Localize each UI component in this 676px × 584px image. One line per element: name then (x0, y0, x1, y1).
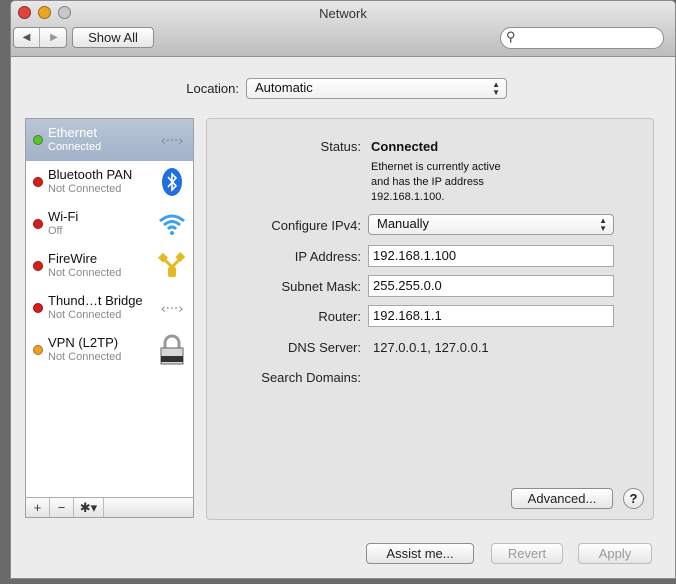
service-name: Bluetooth PAN (48, 167, 133, 182)
detail-panel: Status: Connected Ethernet is currently … (206, 118, 654, 520)
dns-server-value: 127.0.0.1, 127.0.0.1 (373, 340, 489, 355)
ip-address-label: IP Address: (294, 249, 361, 264)
status-dot (33, 135, 43, 145)
service-list: Ethernet Connected ‹···› Bluetooth PAN N… (25, 118, 194, 518)
service-name: VPN (L2TP) (48, 335, 119, 350)
gear-menu-button[interactable]: ✱▾ (74, 498, 104, 517)
status-dot (33, 219, 43, 229)
lock-icon (156, 334, 188, 365)
service-item[interactable]: Bluetooth PAN Not Connected (26, 161, 193, 203)
title-bar: Network ◀ ▶ Show All ⚲ (11, 1, 675, 57)
location-value: Automatic (255, 80, 313, 95)
wifi-icon (156, 209, 188, 239)
updown-arrows-icon: ▲ ▼ (492, 80, 500, 97)
router-label: Router: (318, 309, 361, 324)
search-domains-label: Search Domains: (261, 370, 361, 385)
help-button[interactable]: ? (623, 488, 644, 509)
configure-ipv4-label: Configure IPv4: (271, 218, 361, 233)
service-status: Not Connected (48, 267, 122, 279)
configure-ipv4-select[interactable]: Manually ▲ ▼ (368, 214, 614, 235)
bluetooth-icon (156, 167, 188, 197)
dns-server-label: DNS Server: (288, 340, 361, 355)
chevron-right-icon[interactable]: ▶ (41, 28, 67, 47)
show-all-button[interactable]: Show All (72, 27, 154, 48)
svg-text:‹···›: ‹···› (161, 134, 184, 149)
status-dot (33, 177, 43, 187)
subnet-mask-field[interactable]: 255.255.0.0 (368, 275, 614, 297)
status-value: Connected (371, 139, 439, 154)
search-icon: ⚲ (506, 29, 516, 44)
router-field[interactable]: 192.168.1.1 (368, 305, 614, 327)
ip-address-field[interactable]: 192.168.1.100 (368, 245, 614, 267)
firewire-icon (156, 251, 188, 281)
remove-service-button[interactable]: − (50, 498, 74, 517)
thunderbolt-bridge-icon: ‹···› (156, 293, 188, 323)
list-toolbar: + − ✱▾ (26, 497, 193, 517)
service-status: Connected (48, 141, 102, 153)
assist-me-button[interactable]: Assist me... (366, 543, 474, 564)
svg-text:‹···›: ‹···› (161, 302, 184, 317)
status-description: Ethernet is currently active and has the… (371, 161, 501, 203)
window-title: Network (319, 6, 367, 21)
service-name: Thund…t Bridge (48, 293, 143, 308)
status-dot (33, 345, 43, 355)
service-item[interactable]: FireWire Not Connected (26, 245, 193, 287)
service-item[interactable]: Thund…t Bridge Not Connected ‹···› (26, 287, 193, 329)
location-select[interactable]: Automatic ▲ ▼ (246, 78, 507, 99)
advanced-button[interactable]: Advanced... (511, 488, 613, 509)
service-item[interactable]: VPN (L2TP) Not Connected (26, 329, 193, 371)
service-status: Not Connected (48, 309, 122, 321)
chevron-left-icon[interactable]: ◀ (14, 28, 40, 47)
search-input[interactable]: ⚲ (500, 27, 664, 49)
location-label: Location: (186, 81, 239, 96)
status-dot (33, 261, 43, 271)
service-name: Wi-Fi (48, 209, 79, 224)
service-item[interactable]: Ethernet Connected ‹···› (26, 119, 193, 161)
network-window: Network ◀ ▶ Show All ⚲ Location: Automat… (10, 0, 676, 579)
ethernet-icon: ‹···› (156, 125, 188, 155)
updown-arrows-icon: ▲ ▼ (599, 216, 607, 233)
nav-buttons: ◀ ▶ (13, 27, 67, 48)
service-item[interactable]: Wi-Fi Off (26, 203, 193, 245)
service-status: Not Connected (48, 183, 122, 195)
status-label: Status: (320, 139, 361, 154)
service-name: FireWire (48, 251, 98, 266)
service-status: Not Connected (48, 351, 122, 363)
apply-button[interactable]: Apply (578, 543, 652, 564)
service-name: Ethernet (48, 125, 98, 140)
gear-icon: ✱▾ (79, 500, 98, 515)
revert-button[interactable]: Revert (491, 543, 563, 564)
add-service-button[interactable]: + (26, 498, 50, 517)
subnet-mask-label: Subnet Mask: (281, 279, 362, 294)
configure-ipv4-value: Manually (377, 216, 430, 231)
status-dot (33, 303, 43, 313)
service-status: Off (48, 225, 63, 237)
